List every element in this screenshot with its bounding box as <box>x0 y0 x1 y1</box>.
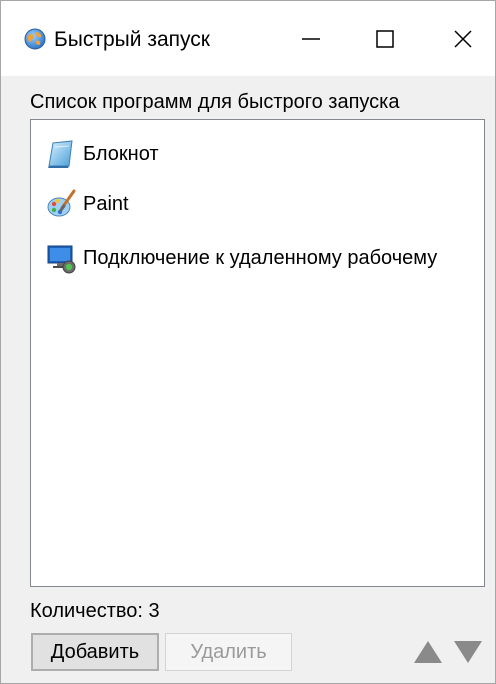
paint-icon <box>47 189 76 217</box>
item-count-text: Количество: 3 <box>30 600 160 622</box>
list-item-paint[interactable]: Paint <box>45 187 129 221</box>
notepad-icon <box>48 140 73 168</box>
add-button[interactable]: Добавить <box>31 633 159 671</box>
close-icon <box>454 30 472 48</box>
close-button[interactable] <box>437 11 489 67</box>
minimize-button[interactable] <box>285 11 337 67</box>
title-bar[interactable]: Быстрый запуск <box>1 1 495 76</box>
arrow-down-icon <box>454 641 482 663</box>
globe-icon <box>24 28 46 50</box>
program-listbox[interactable]: Блокнот Paint Подключение к удаленному р… <box>30 119 485 587</box>
arrow-up-icon <box>414 641 442 663</box>
list-item-remote-desktop[interactable]: Подключение к удаленному рабочему <box>45 241 437 275</box>
maximize-icon <box>376 30 394 48</box>
remote-desktop-icon <box>47 245 76 274</box>
move-up-button[interactable] <box>411 633 445 671</box>
list-item-label: Подключение к удаленному рабочему <box>83 246 438 269</box>
window-title: Быстрый запуск <box>54 28 210 51</box>
minimize-icon <box>302 38 320 40</box>
list-caption: Список программ для быстрого запуска <box>30 91 400 113</box>
list-item-label: Блокнот <box>83 142 159 165</box>
delete-button[interactable]: Удалить <box>165 633 292 671</box>
quick-launch-window: Быстрый запуск Список программ для быстр… <box>0 0 496 684</box>
move-down-button[interactable] <box>451 633 485 671</box>
list-item-label: Paint <box>83 192 129 215</box>
maximize-button[interactable] <box>359 11 411 67</box>
list-item-notepad[interactable]: Блокнот <box>45 137 159 171</box>
